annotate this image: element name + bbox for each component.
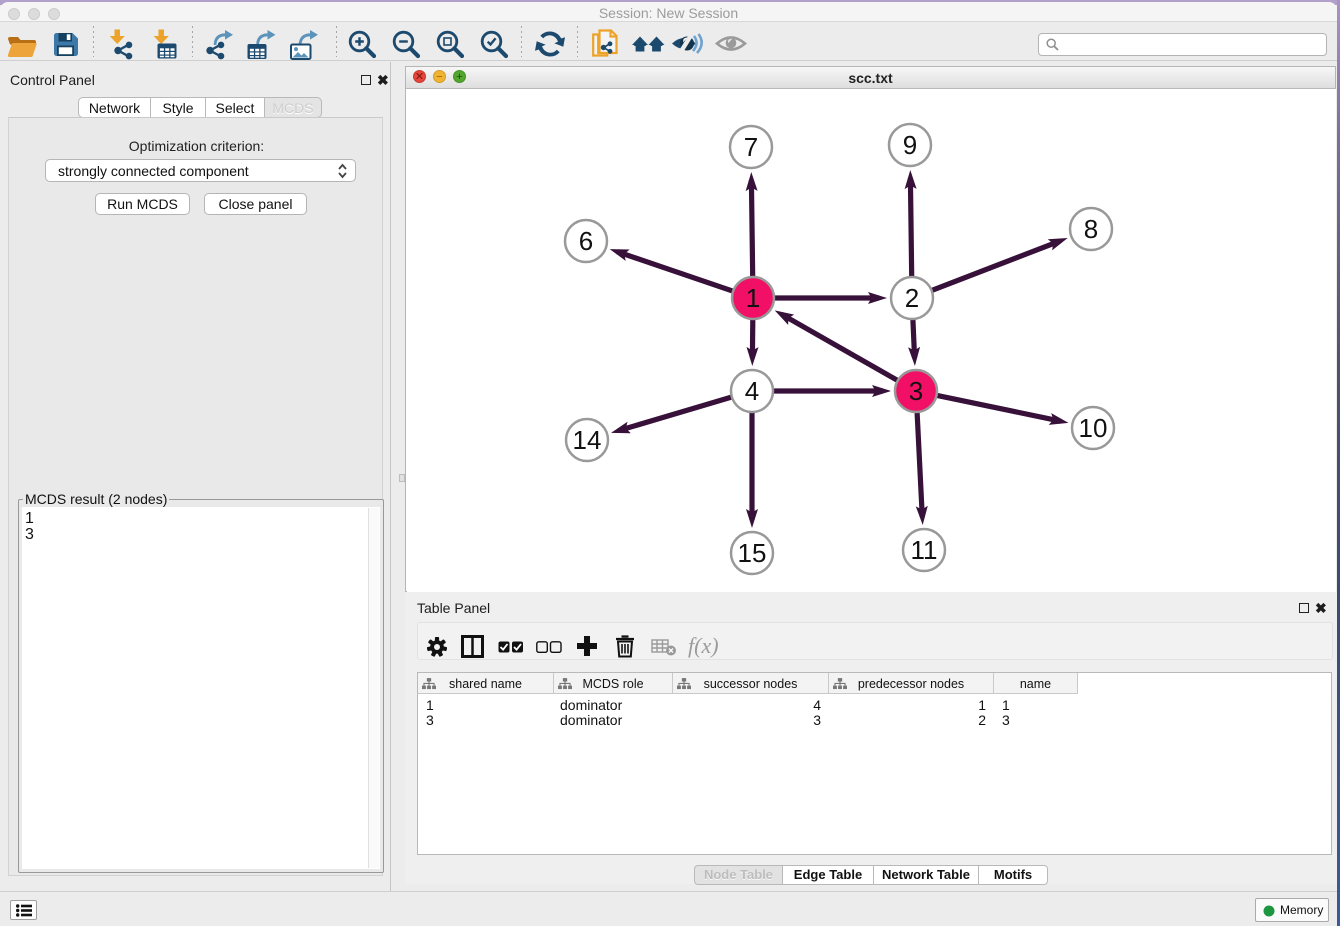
svg-text:10: 10 <box>1079 413 1108 443</box>
svg-text:15: 15 <box>738 538 767 568</box>
svg-text:11: 11 <box>911 535 938 565</box>
svg-text:3: 3 <box>909 376 923 406</box>
svg-text:9: 9 <box>903 130 917 160</box>
svg-text:4: 4 <box>745 376 759 406</box>
svg-text:7: 7 <box>744 132 758 162</box>
svg-text:6: 6 <box>579 226 593 256</box>
svg-text:1: 1 <box>746 283 760 313</box>
svg-text:14: 14 <box>573 425 602 455</box>
svg-text:2: 2 <box>905 283 919 313</box>
svg-text:8: 8 <box>1084 214 1098 244</box>
